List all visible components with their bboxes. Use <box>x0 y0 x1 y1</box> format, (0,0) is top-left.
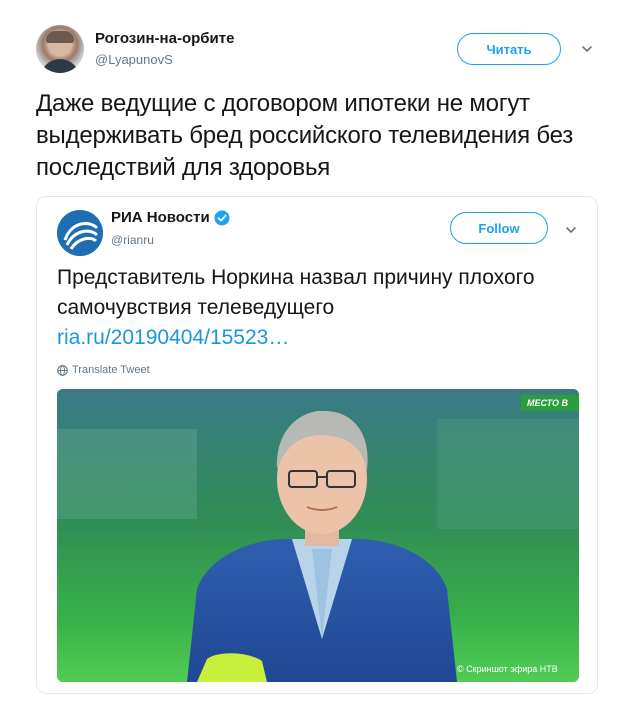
author-name[interactable]: Рогозин-на-орбите <box>95 30 234 47</box>
quoted-author-name[interactable]: РИА Новости <box>111 209 210 226</box>
quoted-tweet[interactable]: РИА Новости @rianru Follow Представитель… <box>36 196 598 694</box>
globe-icon <box>57 364 68 376</box>
tweet: Рогозин-на-орбите @LyapunovS Читать Даже… <box>0 0 619 703</box>
chevron-down-icon[interactable] <box>581 43 593 55</box>
quoted-text: Представитель Норкина назвал причину пло… <box>57 263 577 353</box>
quoted-follow-button[interactable]: Follow <box>450 212 548 244</box>
translate-label[interactable]: Translate Tweet <box>72 364 150 376</box>
media-credit: © Скриншот эфира НТВ <box>457 664 558 674</box>
ria-logo-icon <box>57 210 103 256</box>
author-handle[interactable]: @LyapunovS <box>95 52 173 67</box>
translate-tweet[interactable]: Translate Tweet <box>57 364 150 376</box>
media-image[interactable]: МЕСТО В © Скриншот эфира НТВ <box>57 389 579 682</box>
quoted-author-avatar[interactable] <box>57 210 103 256</box>
follow-button[interactable]: Читать <box>457 33 561 65</box>
quoted-author-name-row[interactable]: РИА Новости <box>111 209 230 226</box>
channel-badge: МЕСТО В <box>527 398 569 408</box>
quoted-author-handle[interactable]: @rianru <box>111 233 154 247</box>
tweet-text: Даже ведущие с договором ипотеки не могу… <box>36 90 574 181</box>
news-anchor-image: МЕСТО В © Скриншот эфира НТВ <box>57 389 579 682</box>
quoted-text-body: Представитель Норкина назвал причину пло… <box>57 266 535 319</box>
quoted-link[interactable]: ria.ru/20190404/15523… <box>57 326 289 349</box>
chevron-down-icon[interactable] <box>565 224 577 236</box>
author-avatar[interactable] <box>36 25 84 73</box>
verified-badge-icon <box>214 210 230 225</box>
